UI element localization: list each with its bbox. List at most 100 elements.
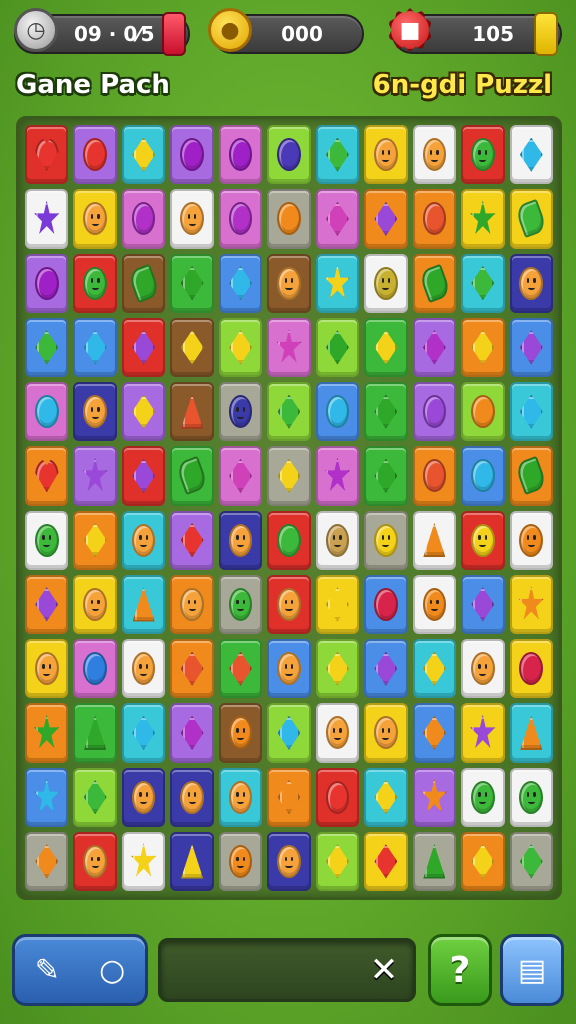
board-tile[interactable] [315, 446, 360, 506]
board-tile[interactable] [461, 125, 505, 185]
board-tile[interactable] [315, 831, 360, 891]
board-tile[interactable] [218, 253, 263, 313]
board-tile[interactable] [267, 510, 311, 570]
board-tile[interactable] [364, 317, 408, 377]
board-tile[interactable] [461, 574, 505, 634]
board-tile[interactable] [218, 382, 263, 442]
board-tile[interactable] [364, 446, 408, 506]
board-tile[interactable] [461, 767, 505, 827]
board-tile[interactable] [73, 703, 117, 763]
board-tile[interactable] [412, 767, 457, 827]
board-tile[interactable] [218, 574, 263, 634]
close-button[interactable]: ✕ [363, 949, 405, 991]
board-tile[interactable] [218, 446, 263, 506]
board-tile[interactable] [509, 125, 553, 185]
board-tile[interactable] [25, 831, 69, 891]
board-tile[interactable] [315, 703, 360, 763]
board-tile[interactable] [25, 639, 69, 699]
board-tile[interactable] [412, 189, 457, 249]
board-tile[interactable] [509, 382, 553, 442]
board-tile[interactable] [267, 831, 311, 891]
board-tile[interactable] [121, 831, 166, 891]
board-tile[interactable] [412, 317, 457, 377]
board-tile[interactable] [218, 831, 263, 891]
board-tile[interactable] [315, 639, 360, 699]
board-tile[interactable] [170, 382, 214, 442]
board-tile[interactable] [461, 253, 505, 313]
board-tile[interactable] [25, 767, 69, 827]
pencil-icon[interactable]: ✎ [35, 953, 60, 988]
board-tile[interactable] [509, 253, 553, 313]
board-tile[interactable] [509, 831, 553, 891]
board-tile[interactable] [267, 767, 311, 827]
board-tile[interactable] [315, 189, 360, 249]
add-gems-button[interactable] [534, 12, 558, 56]
board-tile[interactable] [121, 382, 166, 442]
board-tile[interactable] [170, 253, 214, 313]
board-tile[interactable] [218, 767, 263, 827]
board-tile[interactable] [121, 703, 166, 763]
board-tile[interactable] [461, 446, 505, 506]
board-tile[interactable] [315, 125, 360, 185]
board-tile[interactable] [267, 189, 311, 249]
board-tile[interactable] [25, 510, 69, 570]
board-tile[interactable] [73, 639, 117, 699]
board-tile[interactable] [73, 317, 117, 377]
board-tile[interactable] [509, 446, 553, 506]
board-tile[interactable] [364, 703, 408, 763]
board-tile[interactable] [170, 125, 214, 185]
tools-button[interactable]: ✎ ○ [12, 934, 148, 1006]
board-tile[interactable] [364, 125, 408, 185]
board-tile[interactable] [73, 189, 117, 249]
board-tile[interactable] [121, 125, 166, 185]
board-tile[interactable] [25, 703, 69, 763]
board-tile[interactable] [121, 574, 166, 634]
board-tile[interactable] [364, 189, 408, 249]
board-tile[interactable] [461, 639, 505, 699]
board-tile[interactable] [267, 125, 311, 185]
board-tile[interactable] [461, 317, 505, 377]
board-tile[interactable] [170, 446, 214, 506]
board-tile[interactable] [364, 639, 408, 699]
board-tile[interactable] [25, 125, 69, 185]
board-tile[interactable] [73, 831, 117, 891]
board-tile[interactable] [218, 639, 263, 699]
board-tile[interactable] [73, 767, 117, 827]
board-tile[interactable] [315, 253, 360, 313]
board-tile[interactable] [121, 446, 166, 506]
board-tile[interactable] [170, 574, 214, 634]
board-tile[interactable] [461, 382, 505, 442]
board-tile[interactable] [170, 767, 214, 827]
board-tile[interactable] [267, 639, 311, 699]
board-tile[interactable] [121, 189, 166, 249]
help-button[interactable]: ? [428, 934, 492, 1006]
board-tile[interactable] [364, 253, 408, 313]
board-tile[interactable] [364, 510, 408, 570]
board-tile[interactable] [364, 382, 408, 442]
board-tile[interactable] [267, 446, 311, 506]
board-tile[interactable] [170, 189, 214, 249]
board-tile[interactable] [315, 317, 360, 377]
board-tile[interactable] [364, 767, 408, 827]
board-tile[interactable] [461, 831, 505, 891]
board-tile[interactable] [25, 446, 69, 506]
board-tile[interactable] [364, 574, 408, 634]
board-tile[interactable] [509, 317, 553, 377]
board-tile[interactable] [412, 831, 457, 891]
board-tile[interactable] [267, 253, 311, 313]
board-tile[interactable] [412, 382, 457, 442]
board-tile[interactable] [121, 767, 166, 827]
board-tile[interactable] [364, 831, 408, 891]
board-tile[interactable] [315, 382, 360, 442]
board-tile[interactable] [25, 253, 69, 313]
board-tile[interactable] [121, 510, 166, 570]
board-tile[interactable] [25, 317, 69, 377]
board-tile[interactable] [509, 510, 553, 570]
board-tile[interactable] [218, 510, 263, 570]
board-tile[interactable] [509, 639, 553, 699]
board-tile[interactable] [121, 639, 166, 699]
board-tile[interactable] [25, 382, 69, 442]
board-tile[interactable] [218, 317, 263, 377]
board-tile[interactable] [412, 446, 457, 506]
board-tile[interactable] [73, 574, 117, 634]
